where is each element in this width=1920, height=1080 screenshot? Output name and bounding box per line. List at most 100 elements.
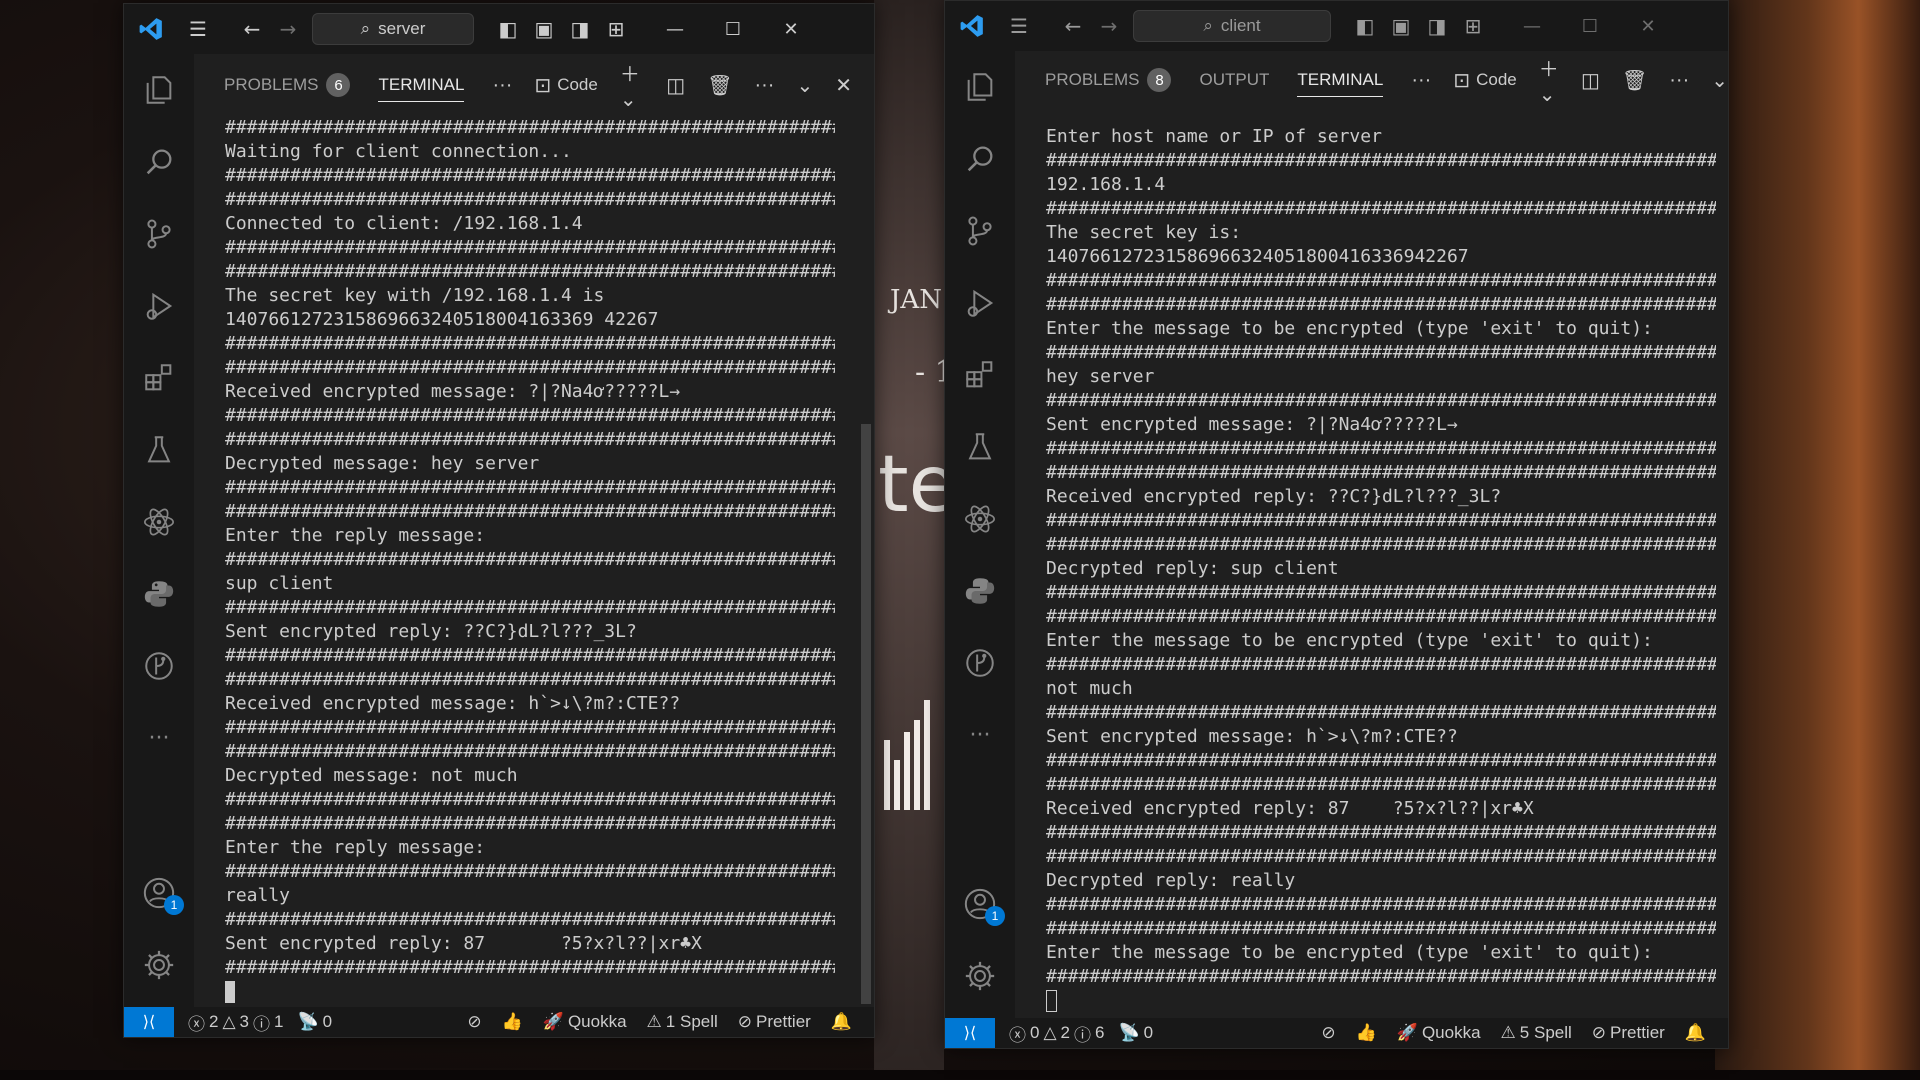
feedback-thumb-icon[interactable]: 👍 [1356,1023,1377,1043]
notifications-bell-icon[interactable]: 🔔 [1685,1023,1706,1043]
settings-gear-icon[interactable] [124,929,194,1001]
close-button[interactable]: ✕ [762,4,820,54]
toggle-secondary-sidebar-icon[interactable]: ◨ [562,11,598,47]
customize-layout-icon[interactable]: ⊞ [1455,8,1491,44]
source-control-icon[interactable] [945,195,1015,267]
terminal-line: The secret key with /192.168.1.4 is [225,285,605,306]
terminal-line: Received encrypted message: h`>↓\?m?:CTE… [225,693,681,714]
panel-more-icon[interactable]: ··· [754,74,774,97]
run-debug-icon[interactable] [124,270,194,342]
chevron-down-icon[interactable]: ⌄ [1711,68,1728,93]
terminal-profile-button[interactable]: ⊡ Code [1453,68,1516,93]
remote-indicator-icon[interactable]: ⟩⟨ [945,1018,995,1048]
split-terminal-icon[interactable]: ◫ [666,73,685,98]
copilot-off-icon[interactable]: ⊘ [467,1012,481,1032]
extensions-icon[interactable] [124,342,194,414]
forward-arrow-icon[interactable]: → [270,11,306,47]
ports-status[interactable]: 📡 0 [1118,1023,1153,1043]
prettier-status[interactable]: ⊘ Prettier [1592,1023,1665,1043]
testing-flask-icon[interactable] [945,411,1015,483]
terminal-output[interactable]: ########################################… [225,116,835,1004]
remote-indicator-icon[interactable]: ⟩⟨ [124,1007,174,1037]
terminal-prompt[interactable] [1046,989,1716,1013]
quokka-status[interactable]: 🚀 Quokka [1397,1023,1481,1043]
forward-arrow-icon[interactable]: → [1091,8,1127,44]
tab-output[interactable]: OUTPUT [1199,49,1269,111]
new-terminal-icon[interactable]: ＋⌄ [620,58,644,112]
split-terminal-icon[interactable]: ◫ [1581,68,1600,93]
tab-terminal[interactable]: TERMINAL [1297,49,1383,111]
run-debug-icon[interactable] [945,267,1015,339]
quokka-status[interactable]: 🚀 Quokka [543,1012,627,1032]
spell-status[interactable]: ⚠ 1 Spell [647,1012,718,1032]
more-actions-icon[interactable]: ··· [492,74,512,97]
source-control-icon[interactable] [124,198,194,270]
terminal-line: Decrypted reply: sup client [1046,558,1339,579]
accounts-icon[interactable]: 1 [124,857,194,929]
terminal-line: Enter the reply message: [225,525,486,546]
python-icon[interactable] [124,558,194,630]
maximize-button[interactable]: ☐ [1561,1,1619,51]
terminal-output[interactable]: Enter host name or IP of server #########… [1046,125,1716,1013]
search-icon[interactable] [945,123,1015,195]
more-views-icon[interactable]: ··· [124,702,194,774]
explorer-icon[interactable] [124,54,194,126]
toggle-sidebar-icon[interactable]: ◧ [490,11,526,47]
react-atom-icon[interactable] [124,486,194,558]
terminal-prompt[interactable] [225,980,835,1004]
back-arrow-icon[interactable]: ← [1055,8,1091,44]
vscode-window-client: ☰ ← → ⌕ client ◧ ▣ ◨ ⊞ — ☐ ✕ ··· 1 PROBL… [944,0,1729,1049]
trash-icon[interactable]: 🗑 [1622,68,1647,93]
terminal-profile-button[interactable]: ⊡ Code [534,73,597,98]
toggle-panel-icon[interactable]: ▣ [526,11,562,47]
activity-bar: ··· 1 [124,54,194,1007]
menu-icon[interactable]: ☰ [1001,8,1037,44]
feedback-thumb-icon[interactable]: 👍 [502,1012,523,1032]
problems-status[interactable]: ⓧ 2 △ 3 ⓘ 1 [188,1010,283,1035]
accounts-icon[interactable]: 1 [945,868,1015,940]
terminal-line: ########################################… [225,957,835,978]
spell-status[interactable]: ⚠ 5 Spell [1501,1023,1572,1043]
settings-gear-icon[interactable] [945,940,1015,1012]
close-button[interactable]: ✕ [1619,1,1677,51]
more-views-icon[interactable]: ··· [945,699,1015,771]
terminal-line: ########################################… [1046,774,1716,795]
extensions-icon[interactable] [945,339,1015,411]
close-panel-icon[interactable]: ✕ [835,73,852,98]
gitlens-icon[interactable] [945,627,1015,699]
copilot-off-icon[interactable]: ⊘ [1321,1023,1335,1043]
trash-icon[interactable]: 🗑 [707,73,732,98]
more-actions-icon[interactable]: ··· [1411,69,1431,92]
tab-problems[interactable]: PROBLEMS 8 [1045,49,1172,111]
minimize-button[interactable]: — [646,4,704,54]
notifications-bell-icon[interactable]: 🔔 [831,1012,852,1032]
explorer-icon[interactable] [945,51,1015,123]
menu-icon[interactable]: ☰ [180,11,216,47]
customize-layout-icon[interactable]: ⊞ [598,11,634,47]
toggle-secondary-sidebar-icon[interactable]: ◨ [1419,8,1455,44]
ports-status[interactable]: 📡 0 [297,1012,332,1032]
python-icon[interactable] [945,555,1015,627]
minimize-button[interactable]: — [1503,1,1561,51]
prettier-status[interactable]: ⊘ Prettier [738,1012,811,1032]
new-terminal-icon[interactable]: ＋⌄ [1539,53,1559,107]
react-atom-icon[interactable] [945,483,1015,555]
vscode-logo-icon [957,11,987,41]
tab-terminal[interactable]: TERMINAL [378,54,464,116]
gitlens-icon[interactable] [124,630,194,702]
maximize-button[interactable]: ☐ [704,4,762,54]
search-icon[interactable] [124,126,194,198]
terminal-scrollbar[interactable] [861,424,871,1004]
command-center-search[interactable]: ⌕ client [1133,10,1331,42]
panel-more-icon[interactable]: ··· [1669,69,1689,92]
tab-problems[interactable]: PROBLEMS 6 [224,54,351,116]
command-center-search[interactable]: ⌕ server [312,13,474,45]
chevron-down-icon[interactable]: ⌄ [796,73,813,98]
problems-status[interactable]: ⓧ 0 △ 2 ⓘ 6 [1009,1021,1104,1046]
toggle-sidebar-icon[interactable]: ◧ [1347,8,1383,44]
testing-flask-icon[interactable] [124,414,194,486]
terminal-line: ########################################… [225,789,835,810]
terminal-line: ########################################… [225,477,835,498]
back-arrow-icon[interactable]: ← [234,11,270,47]
toggle-panel-icon[interactable]: ▣ [1383,8,1419,44]
